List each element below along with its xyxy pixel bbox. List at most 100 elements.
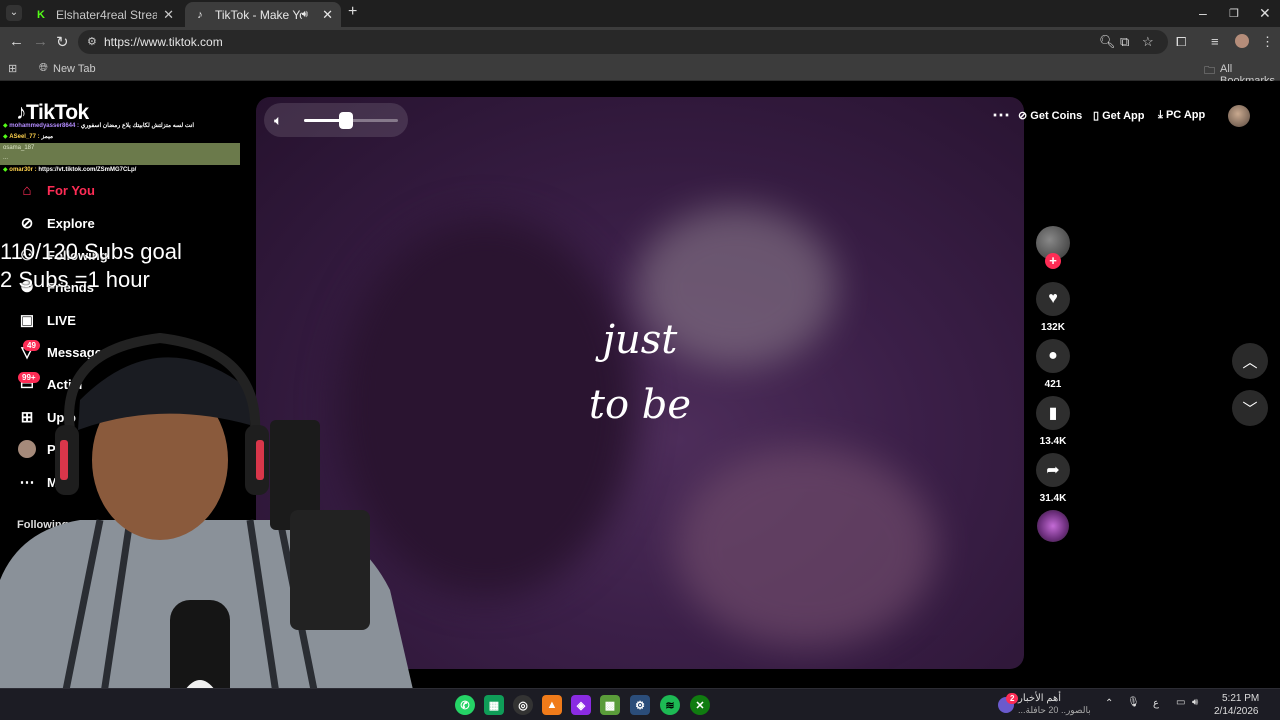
like-action[interactable]: ♥ 132K	[1036, 282, 1070, 333]
volume-control[interactable]: 🔈︎	[264, 103, 408, 137]
extensions-icon[interactable]: ⧠	[1176, 34, 1186, 50]
video-scene-highlight	[676, 447, 936, 647]
minimize-button[interactable]: –	[1199, 5, 1207, 21]
bookmarks-bar: ⊞ 🌐︎ New Tab 🗀 All Bookmarks	[0, 57, 1280, 87]
pc-app-button[interactable]: ⤓ PC App	[1158, 109, 1205, 122]
comment-icon[interactable]: ●	[1036, 339, 1070, 373]
user-avatar[interactable]	[1228, 105, 1250, 127]
previous-video-button[interactable]: ︿	[1232, 343, 1268, 379]
vlc-icon[interactable]: ▲	[542, 695, 562, 715]
new-tab-button[interactable]: +	[348, 3, 357, 21]
subs-goal-text: 110/120 Subs goal	[0, 239, 182, 264]
chevron-up-icon[interactable]: ⌃	[1105, 698, 1113, 709]
sheets-icon[interactable]: ▦	[484, 695, 504, 715]
download-icon: ⤓	[1158, 109, 1163, 121]
volume-icon[interactable]: 🔊︎	[1192, 697, 1198, 708]
phone-icon: ▯	[1093, 110, 1100, 122]
tiktok-icon: ♪	[197, 8, 203, 21]
share-count: 31.4K	[1039, 493, 1067, 504]
tab-title: TikTok - Make Your Day	[215, 7, 302, 22]
site-info-icon[interactable]: ⚙	[87, 35, 97, 48]
folder-icon: 🗀	[1204, 65, 1215, 77]
settings-icon[interactable]: ⚙	[630, 695, 650, 715]
live-icon: ▣	[19, 312, 35, 329]
comment-count: 421	[1044, 379, 1062, 390]
chat-text: ميمز	[41, 134, 54, 140]
obs-icon[interactable]: ◎	[513, 695, 533, 715]
clock-date[interactable]: 2/14/2026	[1214, 706, 1259, 717]
streamer-webcam	[0, 330, 420, 720]
tab-search-button[interactable]: ⌄	[6, 5, 22, 21]
chat-message: ◆ omar30r : https://vt.tiktok.com/ZSmMG7…	[3, 167, 137, 173]
reload-button[interactable]: ↻	[56, 33, 69, 51]
microphone-icon[interactable]: 🎙︎	[1127, 697, 1140, 708]
speaker-icon[interactable]: 🔊︎	[302, 9, 308, 20]
reading-list-icon[interactable]: ≡	[1211, 34, 1219, 49]
nav-explore[interactable]: ⊘ Explore	[18, 214, 95, 232]
music-disc-icon[interactable]	[1037, 510, 1069, 542]
follow-plus-icon[interactable]: +	[1045, 253, 1061, 269]
streamer-figure	[0, 332, 420, 720]
bookmark-new-tab[interactable]: New Tab	[53, 63, 96, 75]
back-button[interactable]: ←	[9, 33, 24, 50]
tab-tiktok[interactable]: ♪ TikTok - Make Your Day 🔊︎ ✕	[185, 2, 341, 27]
zoom-icon[interactable]: 🔍︎	[1099, 34, 1116, 50]
nav-label: For You	[47, 182, 95, 198]
app-purple-icon[interactable]: ◈	[571, 695, 591, 715]
network-icon[interactable]: ▭	[1176, 697, 1185, 708]
share-action[interactable]: ➦ 31.4K	[1036, 453, 1070, 504]
forward-button[interactable]: →	[33, 33, 48, 50]
get-coins-button[interactable]: ⊘ Get Coins	[1018, 109, 1082, 122]
volume-icon[interactable]: 🔈︎	[274, 112, 282, 129]
bookmark-icon[interactable]: ▮	[1036, 396, 1070, 430]
coin-icon: ⊘	[1018, 110, 1028, 122]
tab-elshater-stream[interactable]: K Elshater4real Stream - Watch Li ✕	[26, 2, 182, 27]
like-count: 132K	[1041, 322, 1065, 333]
clock-time[interactable]: 5:21 PM	[1222, 693, 1259, 704]
chat-text: ...	[3, 155, 9, 161]
xbox-icon[interactable]: ✕	[690, 695, 710, 715]
language-indicator[interactable]: ع	[1153, 698, 1159, 709]
get-app-label: Get App	[1102, 110, 1145, 122]
chat-message: ◆ mohammedyasser8644 : انت لسه متزلتش لك…	[3, 123, 195, 129]
nav-live[interactable]: ▣ LIVE	[18, 311, 76, 329]
restore-button[interactable]: ❐	[1229, 7, 1239, 20]
share-icon[interactable]: ➦	[1036, 453, 1070, 487]
minecraft-icon[interactable]: ▩	[600, 695, 620, 715]
close-icon[interactable]: ✕	[163, 7, 174, 23]
kick-icon: K	[37, 8, 45, 21]
news-widget[interactable]: 2 أهم الأخبار بالصور.. 20 حافلة...	[998, 693, 1093, 719]
volume-slider[interactable]	[304, 112, 398, 129]
profile-avatar[interactable]	[1235, 34, 1249, 48]
url-text[interactable]: https://www.tiktok.com	[104, 35, 223, 49]
nav-for-you[interactable]: ⌂ For You	[18, 181, 95, 199]
close-window-button[interactable]: ✕	[1259, 5, 1271, 22]
spotify-icon[interactable]: ≋	[660, 695, 680, 715]
address-bar[interactable]: ⚙ https://www.tiktok.com	[78, 30, 1168, 54]
windows-taskbar: ✆ ▦ ◎ ▲ ◈ ▩ ⚙ ≋ ✕ 2 أهم الأخبار بالصور..…	[0, 688, 1280, 720]
close-icon[interactable]: ✕	[322, 7, 333, 23]
more-options-icon[interactable]: ⋯	[992, 105, 1010, 126]
bookmark-star-icon[interactable]: ☆	[1142, 34, 1154, 50]
menu-icon[interactable]: ⋮	[1261, 34, 1274, 50]
save-action[interactable]: ▮ 13.4K	[1036, 396, 1070, 447]
volume-knob[interactable]	[339, 112, 354, 129]
pc-app-label: PC App	[1165, 109, 1206, 121]
comment-action[interactable]: ● 421	[1036, 339, 1070, 390]
install-app-icon[interactable]: ⧉	[1120, 34, 1129, 50]
stream-chat-overlay: ◆ mohammedyasser8644 : انت لسه متزلتش لك…	[0, 121, 240, 176]
news-title: أهم الأخبار	[1018, 693, 1062, 704]
apps-grid-icon[interactable]: ⊞	[8, 62, 17, 75]
news-badge: 2	[1006, 693, 1019, 704]
chevron-down-icon: ﹀	[1242, 400, 1258, 418]
chat-message-highlighted: osama_187 ...	[0, 143, 240, 165]
get-app-button[interactable]: ▯ Get App	[1093, 109, 1145, 122]
chat-username: mohammedyasser8644 :	[9, 123, 80, 129]
chat-text: https://vt.tiktok.com/ZSmMG7CLp/	[38, 167, 137, 173]
next-video-button[interactable]: ﹀	[1232, 390, 1268, 426]
chat-text: انت لسه متزلتش لكابيتك يلاع رمضان اسفوري	[80, 123, 195, 129]
heart-icon[interactable]: ♥	[1036, 282, 1070, 316]
whatsapp-icon[interactable]: ✆	[455, 695, 475, 715]
chevron-up-icon: ︿	[1242, 353, 1258, 371]
tab-title: Elshater4real Stream - Watch Li	[56, 7, 158, 22]
